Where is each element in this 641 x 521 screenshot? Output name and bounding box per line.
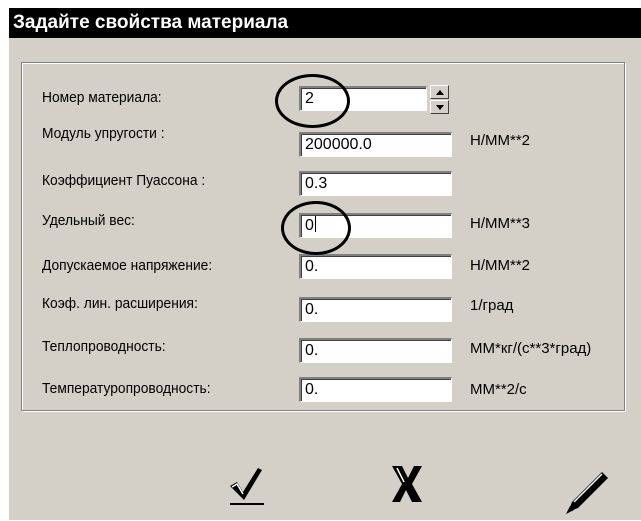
material-number-value: 2 [305, 90, 314, 107]
pen-icon [566, 472, 608, 514]
thermal-expansion-label: Коэф. лин. расширения: [42, 295, 198, 312]
poisson-ratio-label: Коэффициент Пуассона : [42, 172, 206, 189]
cancel-button[interactable] [386, 462, 430, 506]
elastic-modulus-label: Модуль упругости : [42, 125, 165, 142]
allowable-stress-unit: Н/ММ**2 [470, 257, 531, 274]
thermal-expansion-input[interactable]: 0. [299, 297, 452, 322]
thermal-conductivity-unit: ММ*кг/(с**3*град) [470, 340, 592, 357]
specific-weight-label: Удельный вес: [42, 212, 135, 229]
elastic-modulus-unit: Н/ММ**2 [470, 132, 531, 149]
thermal-diffusivity-label: Температуропроводность: [42, 380, 211, 397]
text-caret [314, 216, 316, 232]
spin-down-button[interactable] [430, 100, 449, 114]
specific-weight-value: 0 [305, 217, 314, 234]
elastic-modulus-input[interactable]: 200000.0 [299, 132, 452, 157]
thermal-expansion-unit: 1/град [470, 297, 514, 314]
allowable-stress-label: Допускаемое напряжение: [42, 257, 213, 274]
dialog-title: Задайте свойства материала [9, 8, 641, 38]
specific-weight-unit: Н/ММ**3 [470, 215, 531, 232]
cross-icon [392, 466, 422, 502]
specific-weight-input[interactable]: 0 [299, 213, 452, 238]
thermal-diffusivity-input[interactable]: 0. [299, 377, 452, 402]
ok-button[interactable] [224, 464, 268, 508]
thermal-conductivity-label: Теплопроводность: [42, 338, 166, 355]
edit-button[interactable] [562, 466, 614, 516]
thermal-conductivity-input[interactable]: 0. [299, 338, 452, 363]
material-number-input[interactable]: 2 [299, 86, 427, 111]
material-number-spinner[interactable] [430, 85, 449, 114]
material-number-label: Номер материала: [42, 89, 162, 106]
thermal-diffusivity-unit: ММ**2/с [470, 381, 527, 398]
checkmark-icon [230, 468, 264, 505]
spin-up-button[interactable] [430, 85, 449, 99]
allowable-stress-input[interactable]: 0. [299, 254, 452, 279]
poisson-ratio-input[interactable]: 0.3 [299, 171, 452, 196]
arrow-up-icon [436, 90, 444, 95]
arrow-down-icon [436, 105, 444, 110]
